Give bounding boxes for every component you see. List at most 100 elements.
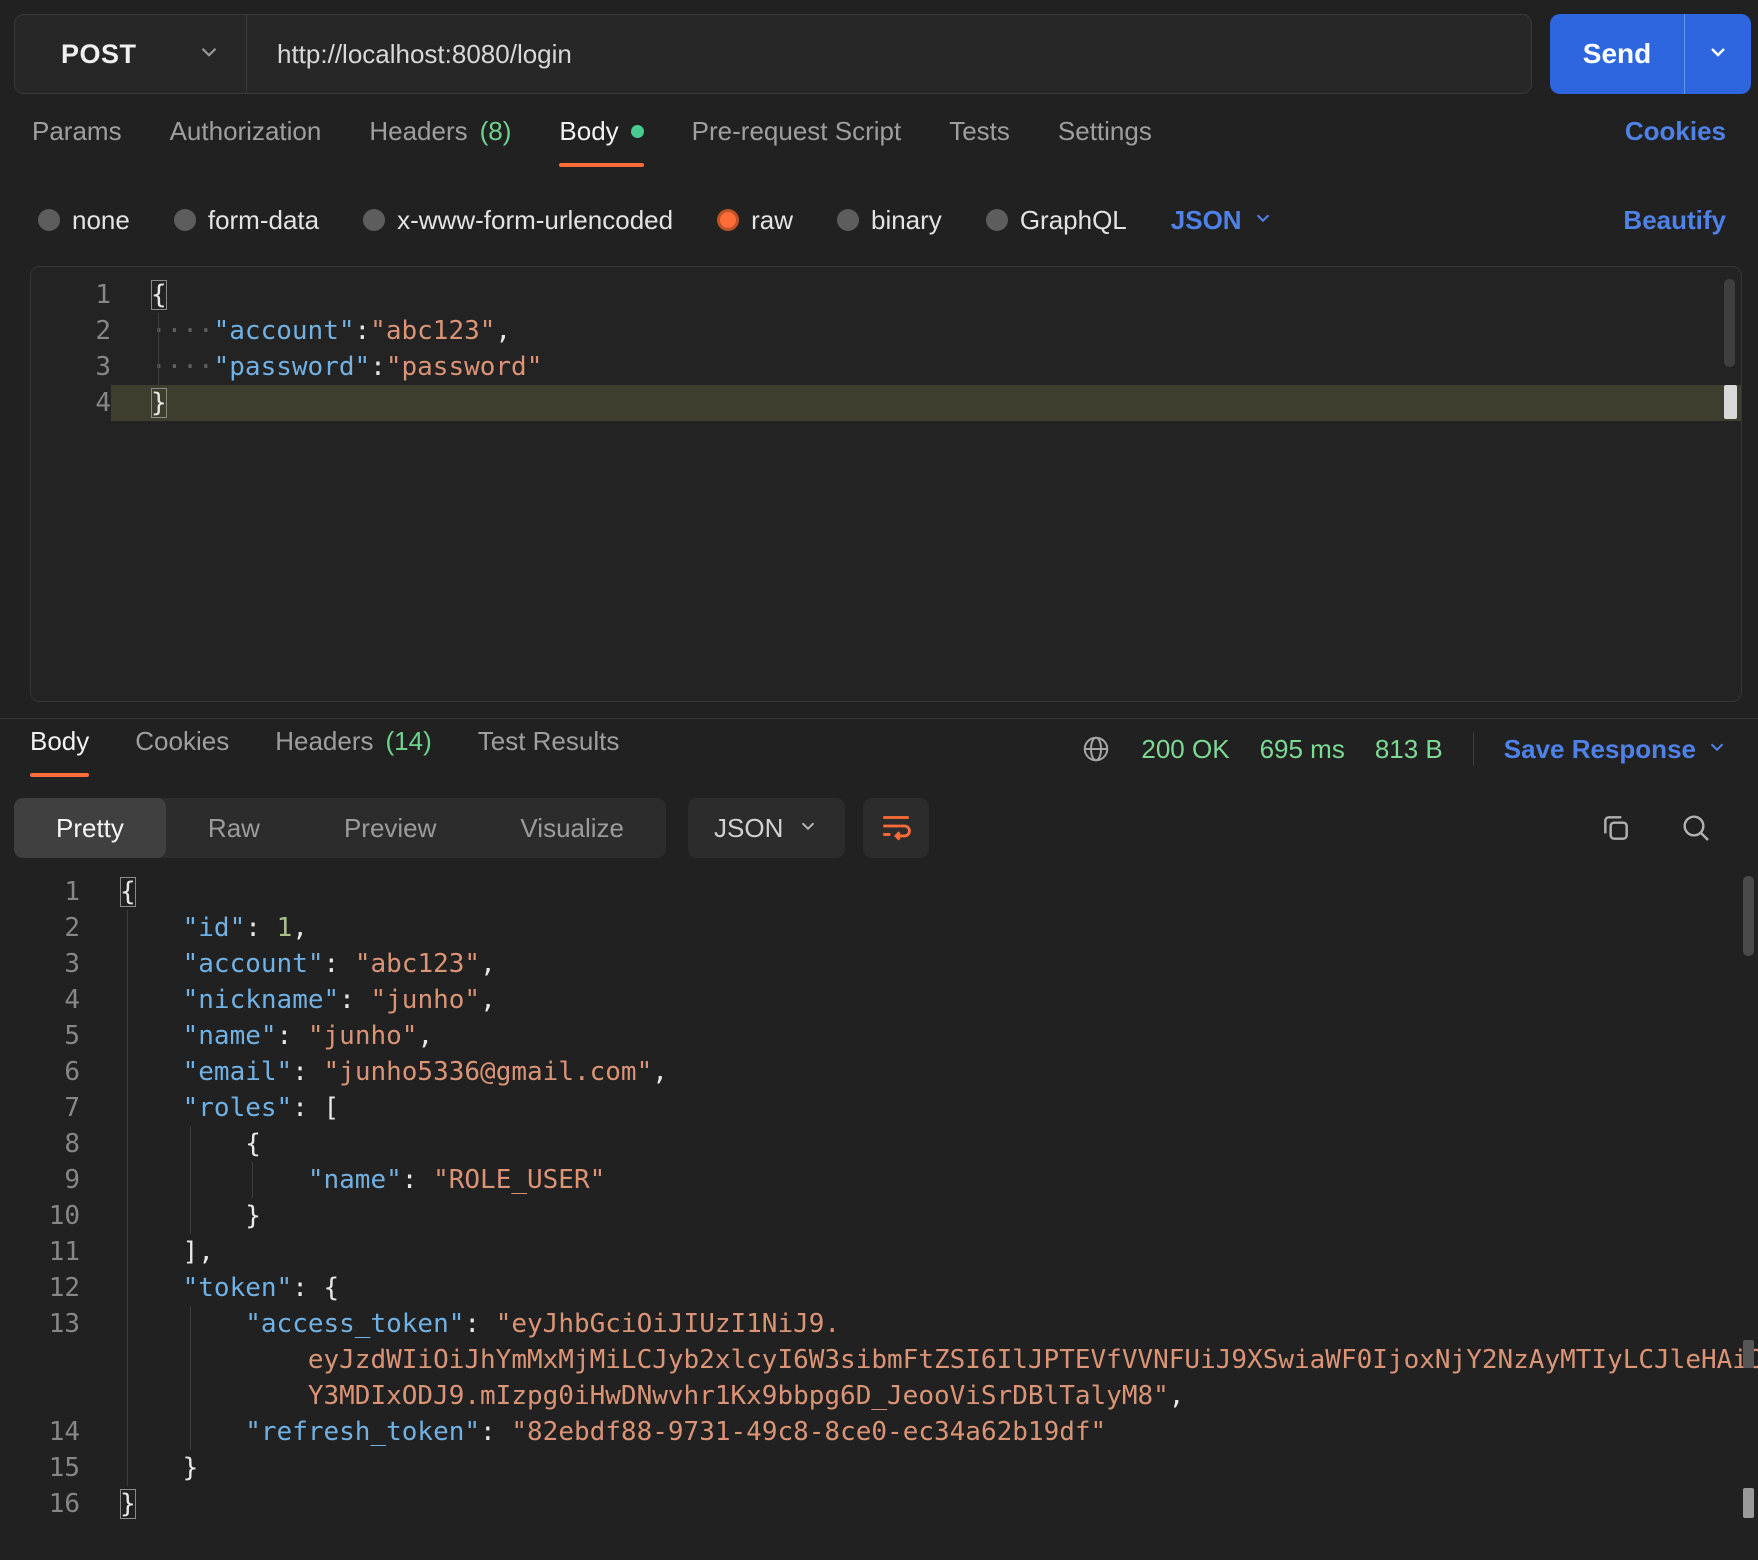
code-token: "abc123" [370, 316, 496, 346]
method-label: POST [61, 38, 137, 69]
radio-icon [38, 209, 60, 231]
request-code: 1{2 ····"account":"abc123", 3 ····"password… [31, 277, 1741, 421]
copy-icon[interactable] [1600, 812, 1632, 844]
tab-settings[interactable]: Settings [1058, 116, 1152, 167]
method-select[interactable]: POST [15, 15, 247, 93]
tab-authorization[interactable]: Authorization [170, 116, 322, 167]
code-token: "account" [213, 316, 355, 346]
view-preview[interactable]: Preview [302, 798, 478, 858]
radio-x-www-form-urlencoded[interactable]: x-www-form-urlencoded [363, 205, 673, 236]
line-number: 9 [64, 1165, 80, 1195]
line-number: 3 [95, 352, 111, 382]
indent-guide [127, 1234, 128, 1270]
code-token: ···· [151, 316, 214, 346]
response-size[interactable]: 813 B [1375, 734, 1443, 765]
code-token: 1 [276, 913, 293, 943]
line-number: 14 [48, 1417, 80, 1447]
view-raw[interactable]: Raw [166, 798, 302, 858]
beautify-link[interactable]: Beautify [1623, 205, 1726, 236]
indent-guide [158, 313, 159, 349]
code-line: 4} [31, 385, 1741, 421]
view-visualize[interactable]: Visualize [478, 798, 666, 858]
response-tab-test-results[interactable]: Test Results [478, 726, 620, 777]
code-line: 1{ [0, 874, 1758, 910]
request-url-bar: POST http://localhost:8080/login [14, 14, 1532, 94]
line-number: 8 [64, 1129, 80, 1159]
network-globe-icon[interactable] [1081, 734, 1111, 764]
send-button[interactable]: Send [1550, 14, 1684, 94]
section-divider [0, 718, 1758, 719]
code-token: } [245, 1201, 261, 1231]
indent-guide [189, 1162, 191, 1198]
code-token: "account" [182, 949, 324, 979]
indent-guide [127, 910, 128, 946]
radio-none[interactable]: none [38, 205, 130, 236]
response-code: 1{2 "id": 1, 3 "account": "abc123", 4 "nic… [0, 874, 1758, 1522]
scrollbar-thumb[interactable] [1724, 279, 1735, 367]
code-token: : [480, 1417, 512, 1447]
code-token: "refresh_token" [245, 1417, 481, 1447]
content-type-select[interactable]: JSON [1171, 205, 1274, 236]
tab-body[interactable]: Body [559, 116, 644, 167]
cursor-scroll-mark [1724, 385, 1737, 419]
save-response-button[interactable]: Save Response [1504, 734, 1728, 765]
search-icon[interactable] [1680, 812, 1712, 844]
tab-params[interactable]: Params [32, 116, 122, 167]
url-input[interactable]: http://localhost:8080/login [247, 15, 1531, 93]
radio-binary[interactable]: binary [836, 205, 942, 236]
scrollbar-thumb[interactable] [1743, 876, 1754, 956]
response-tab-body[interactable]: Body [30, 726, 90, 777]
code-token: "name" [182, 1021, 277, 1051]
status-code[interactable]: 200 OK [1141, 734, 1229, 765]
line-number: 12 [48, 1273, 80, 1303]
radio-raw[interactable]: raw [717, 205, 793, 236]
request-tabs: Params Authorization Headers (8) Body Pr… [32, 116, 1726, 180]
code-token: } [151, 388, 167, 418]
response-tab-headers[interactable]: Headers (14) [275, 726, 432, 777]
code-token: "id" [182, 913, 246, 943]
response-tab-cookies[interactable]: Cookies [135, 726, 229, 777]
line-number: 5 [64, 1021, 80, 1051]
code-token: "abc123" [354, 949, 481, 979]
line-number: 4 [64, 985, 80, 1015]
send-options-button[interactable] [1684, 14, 1751, 94]
code-token: "eyJhbGciOiJIUzI1NiJ9. [495, 1309, 841, 1339]
response-headers-count-badge: (14) [385, 726, 432, 756]
response-body-editor[interactable]: 1{2 "id": 1, 3 "account": "abc123", 4 "nic… [0, 862, 1758, 1560]
chevron-down-icon [797, 813, 819, 844]
response-format-select[interactable]: JSON [688, 798, 846, 858]
code-token: : [339, 985, 371, 1015]
code-line: 1{ [31, 277, 1741, 313]
response-views-row: Pretty Raw Preview Visualize JSON [14, 798, 1744, 858]
request-body-editor[interactable]: 1{2 ····"account":"abc123", 3 ····"password… [30, 266, 1742, 702]
chevron-down-icon [196, 39, 222, 70]
indent-guide [189, 1198, 191, 1234]
tab-headers[interactable]: Headers (8) [369, 116, 511, 167]
tab-tests[interactable]: Tests [949, 116, 1010, 167]
tab-pre-request-script[interactable]: Pre-request Script [692, 116, 902, 167]
code-line: 16} [0, 1486, 1758, 1522]
line-number: 11 [48, 1237, 80, 1267]
wrap-lines-button[interactable] [863, 798, 930, 858]
code-line: 2 "id": 1, [0, 910, 1758, 946]
code-token: : [292, 1057, 324, 1087]
divider [1472, 732, 1474, 766]
radio-graphql[interactable]: GraphQL [985, 205, 1127, 236]
code-line: 14 "refresh_token": "82ebdf88-9731-49c8-… [0, 1414, 1758, 1450]
line-number: 2 [95, 316, 111, 346]
radio-form-data[interactable]: form-data [173, 205, 319, 236]
response-header: Body Cookies Headers (14) Test Results 2… [30, 726, 1728, 784]
response-time[interactable]: 695 ms [1260, 734, 1345, 765]
cookies-link[interactable]: Cookies [1625, 116, 1726, 147]
line-number: 1 [64, 877, 80, 907]
code-token: "password" [385, 352, 543, 382]
code-token: , [417, 1021, 434, 1051]
view-pretty[interactable]: Pretty [14, 798, 166, 858]
indent-guide [189, 1414, 191, 1450]
